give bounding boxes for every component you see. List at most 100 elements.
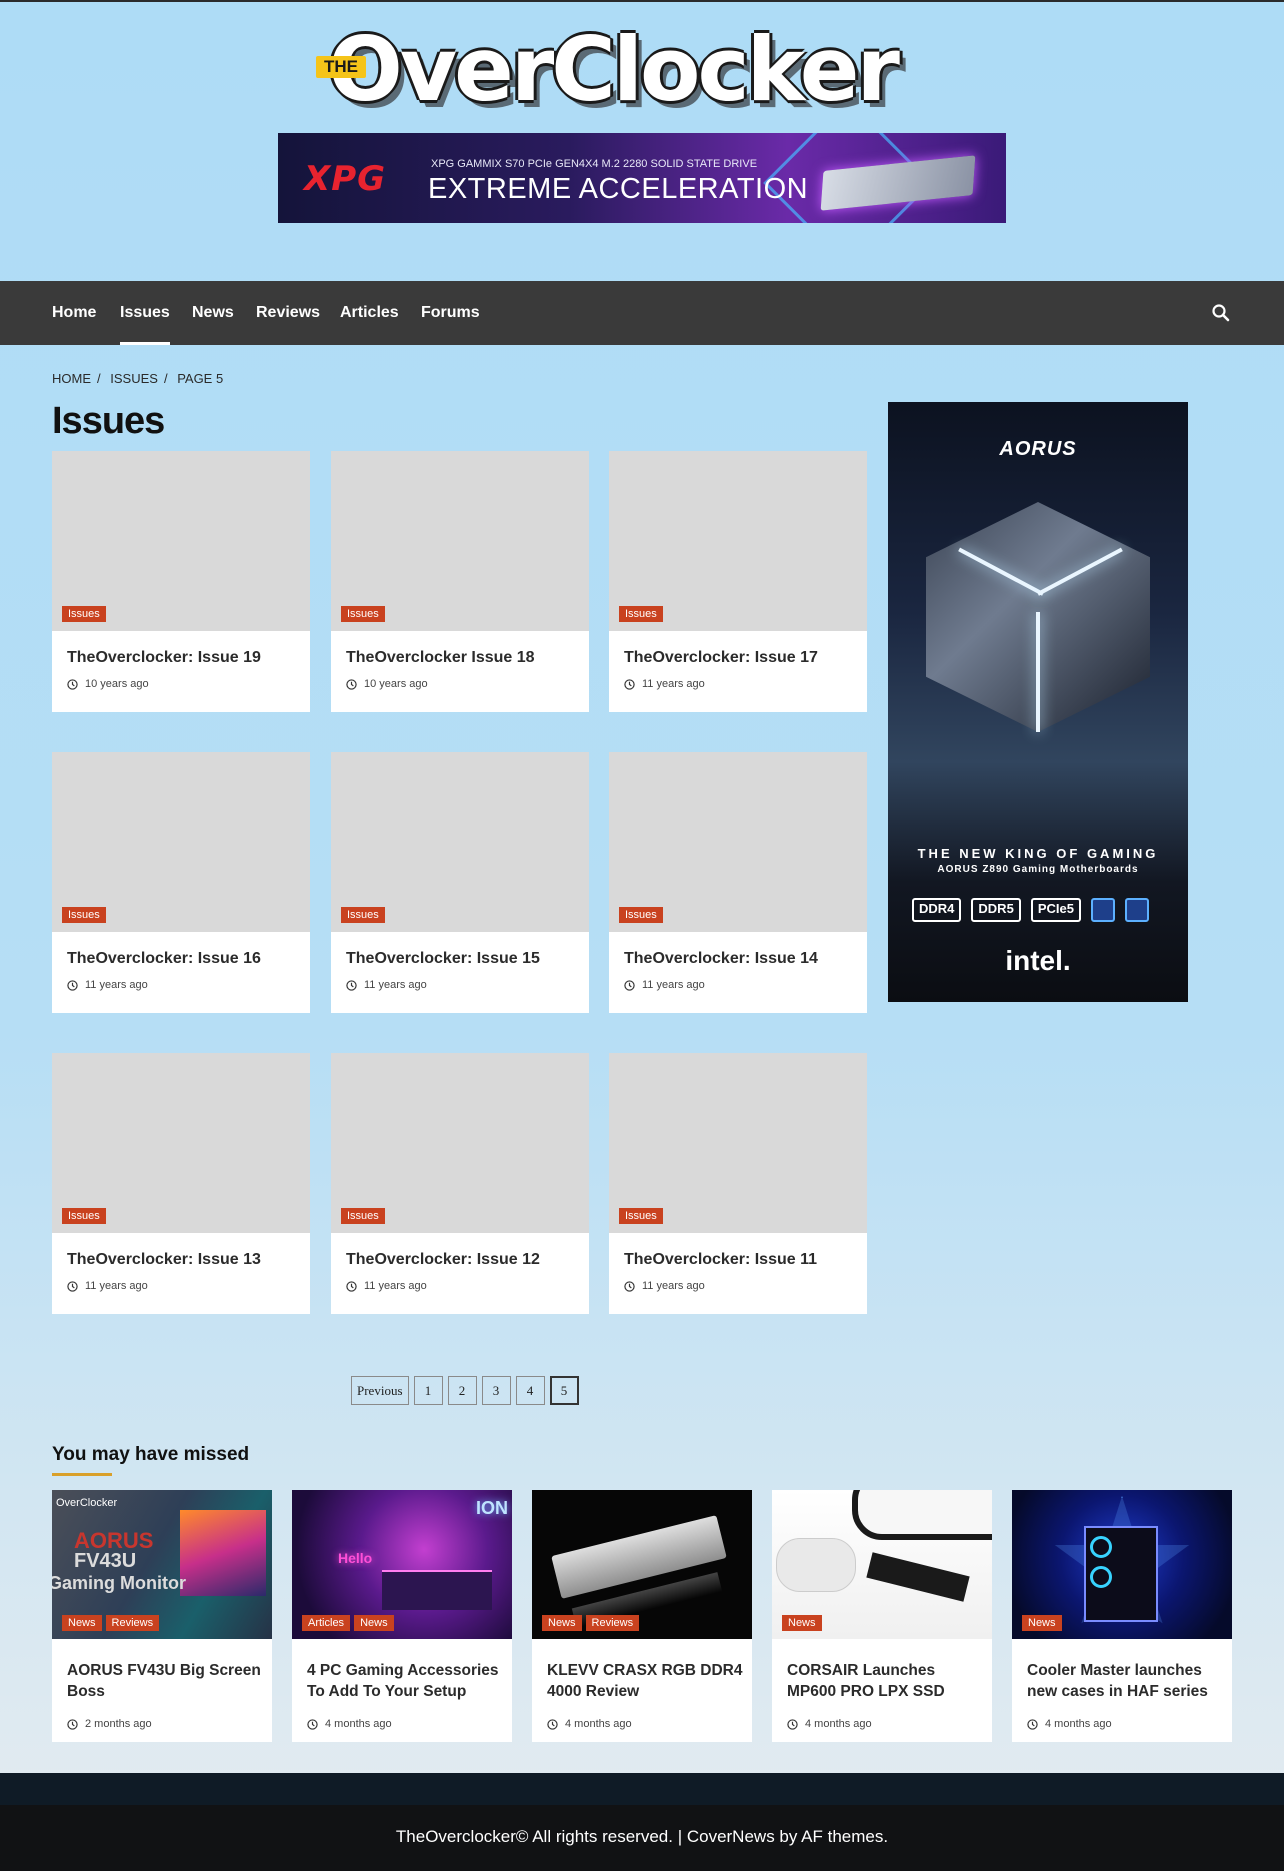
nav-item-forums[interactable]: Forums — [421, 281, 480, 345]
category-badges: News Reviews — [62, 1613, 163, 1631]
issue-card[interactable]: Issues TheOverclocker: Issue 11 11 years a… — [609, 1053, 867, 1314]
nav-item-home[interactable]: Home — [52, 281, 96, 345]
controller-graphic — [776, 1538, 856, 1592]
search-icon[interactable] — [1211, 303, 1231, 323]
category-badges: Issues — [62, 905, 110, 923]
post-meta: 11 years ago — [346, 979, 427, 991]
post-time: 4 months ago — [805, 1718, 872, 1730]
clock-icon — [346, 1280, 357, 1292]
breadcrumb: HOME / ISSUES / PAGE 5 — [52, 371, 229, 386]
category-badge[interactable]: Issues — [62, 1208, 106, 1224]
category-badge[interactable]: Issues — [619, 907, 663, 923]
category-badges: Issues — [341, 905, 389, 923]
category-badge[interactable]: Articles — [302, 1615, 351, 1631]
post-time: 11 years ago — [642, 979, 705, 991]
category-badge[interactable]: Issues — [62, 907, 106, 923]
sidebar-ad-intel-logo: intel. — [1005, 945, 1071, 976]
header-banner-ad[interactable]: XPG XPG GAMMIX S70 PCIe GEN4X4 M.2 2280 … — [278, 133, 1006, 223]
main-navigation: Home Issues News Reviews Articles Forums — [0, 281, 1284, 345]
footer-widget-area — [0, 1773, 1284, 1805]
breadcrumb-issues[interactable]: ISSUES — [110, 371, 158, 386]
missed-card-title[interactable]: AORUS FV43U Big Screen Boss — [67, 1660, 263, 1702]
nav-item-news[interactable]: News — [192, 281, 234, 345]
category-badge[interactable]: News — [354, 1615, 394, 1631]
pagination-page-3[interactable]: 3 — [481, 1376, 511, 1405]
issue-card-title[interactable]: TheOverclocker: Issue 13 — [67, 1251, 261, 1269]
logo-wordmark: OverClocker — [328, 18, 900, 121]
issue-card[interactable]: Issues TheOverclocker: Issue 19 10 years a… — [52, 451, 310, 712]
post-time: 4 months ago — [325, 1718, 392, 1730]
issue-card-title[interactable]: TheOverclocker: Issue 15 — [346, 950, 540, 968]
post-time: 2 months ago — [85, 1718, 152, 1730]
post-time: 4 months ago — [565, 1718, 632, 1730]
image-text: Gaming Monitor — [52, 1573, 186, 1593]
issue-card-title[interactable]: TheOverclocker: Issue 19 — [67, 649, 261, 667]
missed-card[interactable]: News CORSAIR Launches MP600 PRO LPX SSD … — [772, 1490, 992, 1742]
cpu-chip-icon — [1124, 898, 1149, 922]
image-site-text: OverClocker — [56, 1497, 118, 1509]
monitor-screen-graphic — [180, 1510, 266, 1596]
category-badge[interactable]: News — [62, 1615, 102, 1631]
fan-graphic — [1090, 1566, 1112, 1588]
issue-card-title[interactable]: TheOverclocker: Issue 12 — [346, 1251, 540, 1269]
clock-icon — [1027, 1718, 1038, 1730]
nav-item-articles[interactable]: Articles — [340, 281, 399, 345]
category-badge[interactable]: Issues — [341, 907, 385, 923]
sidebar-ad-light — [1036, 612, 1040, 732]
clock-icon — [346, 678, 357, 690]
issue-card[interactable]: Issues TheOverclocker: Issue 14 11 years a… — [609, 752, 867, 1013]
missed-card-title[interactable]: Cooler Master launches new cases in HAF … — [1027, 1660, 1223, 1702]
clock-icon — [624, 678, 635, 690]
pagination-page-2[interactable]: 2 — [447, 1376, 477, 1405]
site-logo[interactable]: OverClocker THE — [310, 18, 960, 130]
pagination-page-1[interactable]: 1 — [413, 1376, 443, 1405]
issue-card[interactable]: Issues TheOverclocker Issue 18 10 years ag… — [331, 451, 589, 712]
nav-item-reviews[interactable]: Reviews — [256, 281, 320, 345]
post-meta: 11 years ago — [346, 1280, 427, 1292]
clock-icon — [787, 1718, 798, 1730]
issue-card-title[interactable]: TheOverclocker: Issue 14 — [624, 950, 818, 968]
clock-icon — [67, 678, 78, 690]
category-badge[interactable]: Issues — [341, 606, 385, 622]
issue-card[interactable]: Issues TheOverclocker: Issue 16 11 years a… — [52, 752, 310, 1013]
issue-card[interactable]: Issues TheOverclocker: Issue 13 11 years a… — [52, 1053, 310, 1314]
pagination: Previous 1 2 3 4 5 — [351, 1376, 579, 1405]
missed-card[interactable]: Hello ION Articles News 4 PC Gaming Acces… — [292, 1490, 512, 1742]
category-badge[interactable]: Issues — [341, 1208, 385, 1224]
issue-card[interactable]: Issues TheOverclocker: Issue 12 11 years a… — [331, 1053, 589, 1314]
issue-card[interactable]: Issues TheOverclocker: Issue 17 11 years a… — [609, 451, 867, 712]
issue-card-title[interactable]: TheOverclocker Issue 18 — [346, 649, 535, 667]
desk-graphic — [382, 1570, 492, 1610]
issue-card-title[interactable]: TheOverclocker: Issue 16 — [67, 950, 261, 968]
missed-card-title[interactable]: CORSAIR Launches MP600 PRO LPX SSD — [787, 1660, 983, 1702]
category-badge[interactable]: Reviews — [585, 1615, 640, 1631]
category-badge[interactable]: Issues — [619, 606, 663, 622]
pagination-page-4[interactable]: 4 — [515, 1376, 545, 1405]
category-badge[interactable]: News — [782, 1615, 822, 1631]
sidebar-ad[interactable]: AORUS THE NEW KING OF GAMING AORUS Z890 … — [888, 402, 1188, 1002]
issue-card-title[interactable]: TheOverclocker: Issue 17 — [624, 649, 818, 667]
pagination-previous[interactable]: Previous — [351, 1376, 409, 1405]
category-badge[interactable]: News — [542, 1615, 582, 1631]
clock-icon — [67, 979, 78, 991]
category-badge[interactable]: Issues — [62, 606, 106, 622]
issue-card[interactable]: Issues TheOverclocker: Issue 15 11 years a… — [331, 752, 589, 1013]
post-time: 11 years ago — [364, 1280, 427, 1292]
category-badge[interactable]: Reviews — [105, 1615, 160, 1631]
missed-card[interactable]: OverClocker AORUS FV43U Gaming Monitor N… — [52, 1490, 272, 1742]
nav-item-issues[interactable]: Issues — [120, 281, 170, 345]
missed-card-title[interactable]: 4 PC Gaming Accessories To Add To Your S… — [307, 1660, 503, 1702]
missed-card[interactable]: News Reviews KLEVV CRASX RGB DDR4 4000 Re… — [532, 1490, 752, 1742]
post-time: 11 years ago — [642, 678, 705, 690]
missed-card-title[interactable]: KLEVV CRASX RGB DDR4 4000 Review — [547, 1660, 743, 1702]
post-time: 11 years ago — [642, 1280, 705, 1292]
sidebar-ad-tags: DDR4 DDR5 PCIe5 — [912, 898, 1149, 922]
missed-card[interactable]: News Cooler Master launches new cases in… — [1012, 1490, 1232, 1742]
missed-title-underline — [52, 1473, 112, 1476]
category-badge[interactable]: News — [1022, 1615, 1062, 1631]
category-badge[interactable]: Issues — [619, 1208, 663, 1224]
post-meta: 4 months ago — [1027, 1718, 1112, 1730]
issue-card-title[interactable]: TheOverclocker: Issue 11 — [624, 1251, 817, 1269]
post-time: 11 years ago — [364, 979, 427, 991]
breadcrumb-home[interactable]: HOME — [52, 371, 91, 386]
